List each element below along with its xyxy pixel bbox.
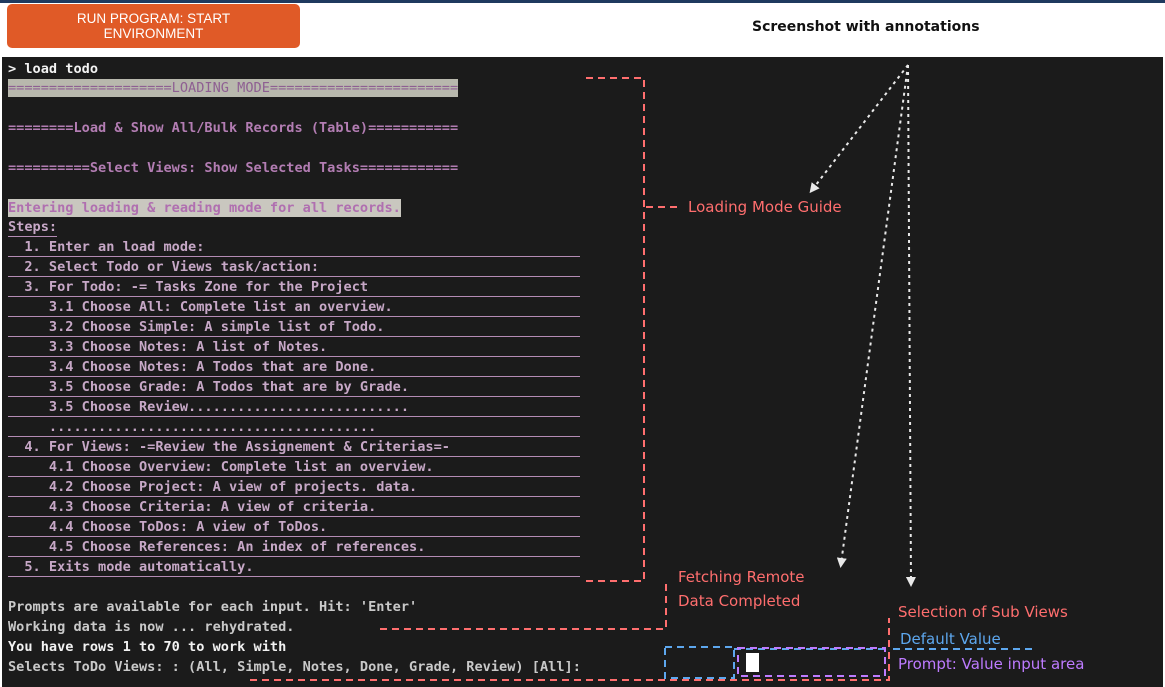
- loading-guide-bracket: [586, 77, 645, 582]
- default-value-box: [664, 646, 735, 679]
- annotation-default-value: Default Value: [900, 630, 1001, 648]
- annotation-selection-sub-views: Selection of Sub Views: [898, 603, 1068, 621]
- annotation-fetching-line1: Fetching Remote: [678, 568, 805, 586]
- annotation-fetching-line2: Data Completed: [678, 592, 801, 610]
- arrow-to-fetching: [836, 64, 909, 568]
- selection-bracket: [250, 618, 890, 681]
- prompt-input-box: [737, 647, 886, 677]
- annotation-overlay: [250, 64, 1032, 681]
- arrow-to-selection: [905, 64, 916, 587]
- annotation-loading-mode-guide: Loading Mode Guide: [688, 198, 842, 216]
- annotation-prompt-value: Prompt: Value input area: [898, 655, 1085, 673]
- fetching-connector: [380, 580, 667, 630]
